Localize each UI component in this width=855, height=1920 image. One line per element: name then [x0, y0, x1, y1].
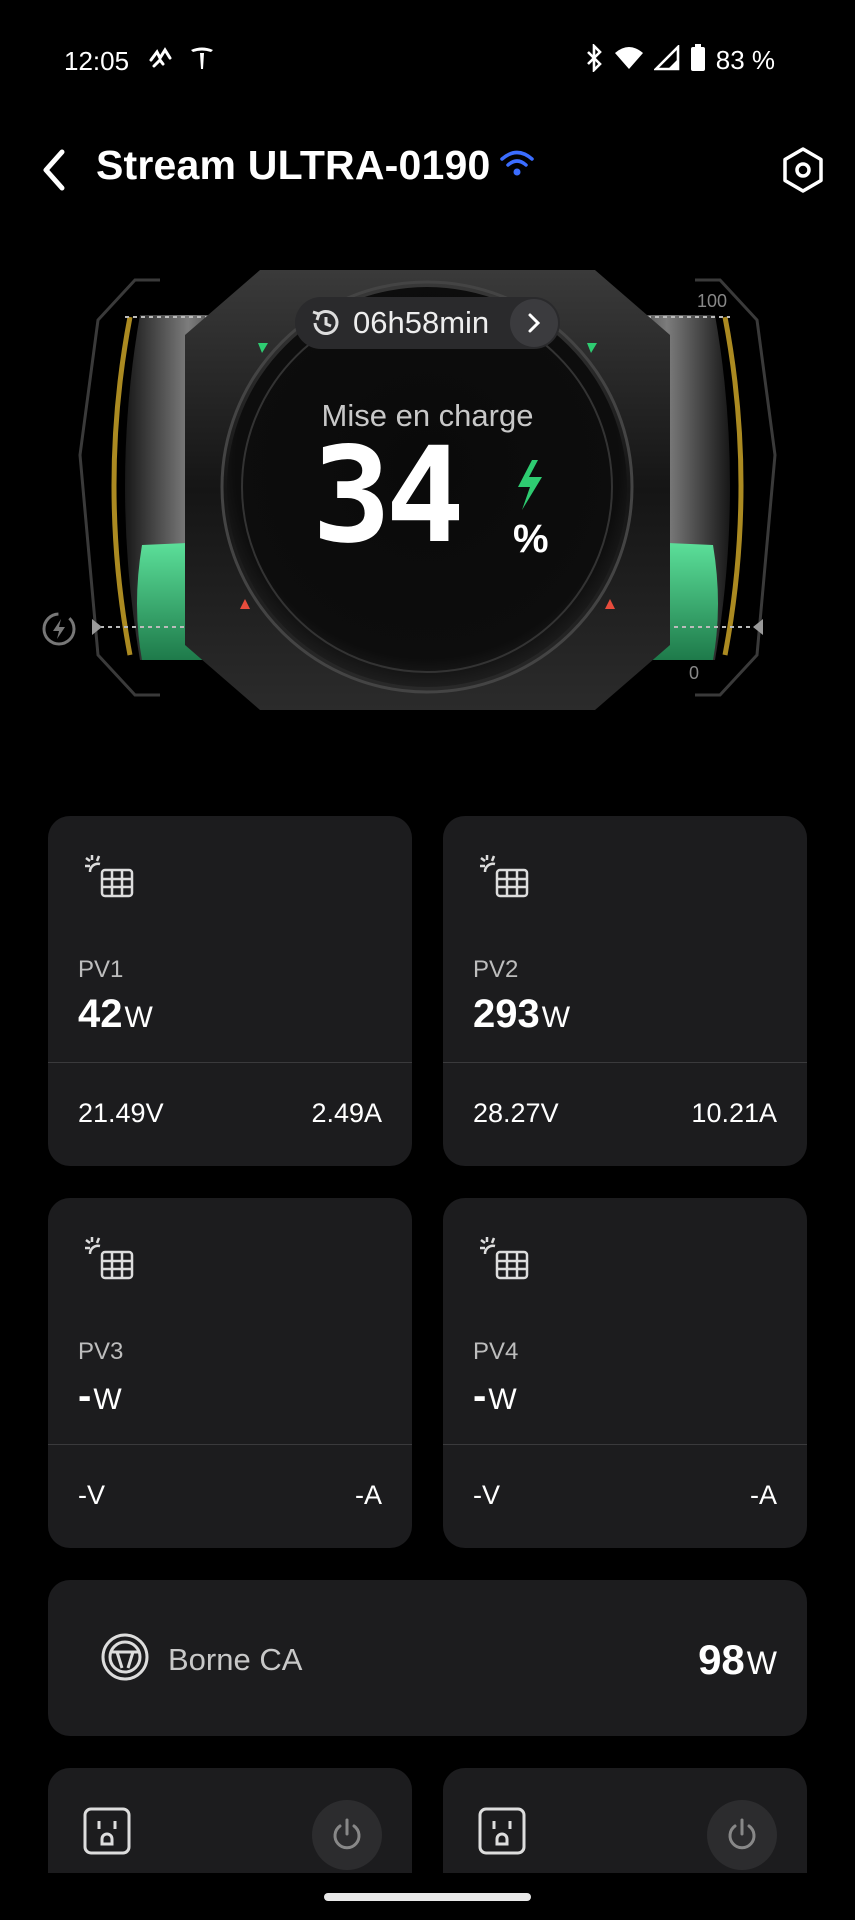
pv-current: 2.49A [311, 1098, 382, 1128]
ac-input-power: 98W [698, 1636, 777, 1683]
divider [443, 1444, 807, 1445]
pv-voltage: -V [473, 1480, 500, 1510]
runtime-button[interactable]: 06h58min [295, 297, 560, 349]
pv-card-1[interactable]: PV1 42W 21.49V 2.49A [48, 816, 412, 1166]
divider [48, 1062, 412, 1063]
power-icon [728, 1818, 756, 1850]
pv-current: -A [355, 1480, 382, 1510]
status-time: 12:05 [64, 46, 130, 76]
header: Stream ULTRA-0190 [0, 130, 855, 210]
battery-percent-unit: % [513, 517, 549, 561]
pv-name: PV3 [78, 1338, 124, 1365]
pv-power: 42W [78, 992, 153, 1036]
pv-power: -W [78, 1374, 122, 1418]
settings-hexagon-icon [783, 147, 823, 193]
runtime-text: 06h58min [353, 305, 490, 340]
ac-input-label: Borne CA [168, 1642, 303, 1677]
ac-input-card[interactable]: Borne CA 98W [48, 1580, 807, 1736]
chevron-right-icon [510, 299, 558, 347]
pv-current: -A [750, 1480, 777, 1510]
back-button[interactable] [28, 142, 80, 198]
pv-name: PV2 [473, 956, 519, 983]
outlet-card-1[interactable] [48, 1768, 412, 1888]
pv-power: -W [473, 1374, 517, 1418]
pulse-icon [148, 46, 174, 75]
wifi-icon [499, 148, 535, 183]
solar-panel-icon [82, 852, 138, 909]
signal-icon [652, 43, 680, 76]
pv-current: 10.21A [691, 1098, 777, 1128]
gesture-nav-handle[interactable] [324, 1893, 531, 1901]
pv-voltage: -V [78, 1480, 105, 1510]
solar-panel-icon [477, 852, 533, 909]
scale-max-label: 100 [696, 291, 727, 311]
charge-mode-icon[interactable] [40, 610, 78, 653]
battery-percent-text: 83 % [715, 45, 775, 75]
bluetooth-icon [584, 42, 604, 77]
history-icon [312, 310, 339, 335]
device-title: Stream ULTRA-0190 [96, 142, 491, 188]
battery-gauge: 06h58min 100 0 Mise en charge 34 % [30, 255, 825, 725]
chevron-left-icon [43, 149, 65, 191]
wifi-icon [614, 45, 644, 76]
pv-name: PV1 [78, 956, 124, 983]
settings-button[interactable] [773, 140, 833, 200]
status-bar: 12:05 83 % [0, 0, 855, 120]
power-icon [333, 1818, 361, 1850]
pv-voltage: 21.49V [78, 1098, 164, 1128]
power-socket-icon [82, 1806, 132, 1861]
scale-min-label: 0 [688, 663, 699, 683]
battery-icon [690, 44, 706, 77]
solar-panel-icon [477, 1234, 533, 1291]
divider [443, 1062, 807, 1063]
solar-panel-icon [82, 1234, 138, 1291]
pv-power: 293W [473, 992, 571, 1036]
divider [48, 1444, 412, 1445]
pv-voltage: 28.27V [473, 1098, 559, 1128]
power-toggle-button[interactable] [707, 1800, 777, 1870]
battery-percent-value: 34 [312, 419, 465, 573]
pv-card-2[interactable]: PV2 293W 28.27V 10.21A [443, 816, 807, 1166]
power-toggle-button[interactable] [312, 1800, 382, 1870]
ac-outlet-icon [100, 1632, 150, 1687]
pv-name: PV4 [473, 1338, 519, 1365]
power-socket-icon [477, 1806, 527, 1861]
tesla-icon [188, 44, 216, 77]
pv-card-4[interactable]: PV4 -W -V -A [443, 1198, 807, 1548]
outlet-card-2[interactable] [443, 1768, 807, 1888]
pv-card-3[interactable]: PV3 -W -V -A [48, 1198, 412, 1548]
